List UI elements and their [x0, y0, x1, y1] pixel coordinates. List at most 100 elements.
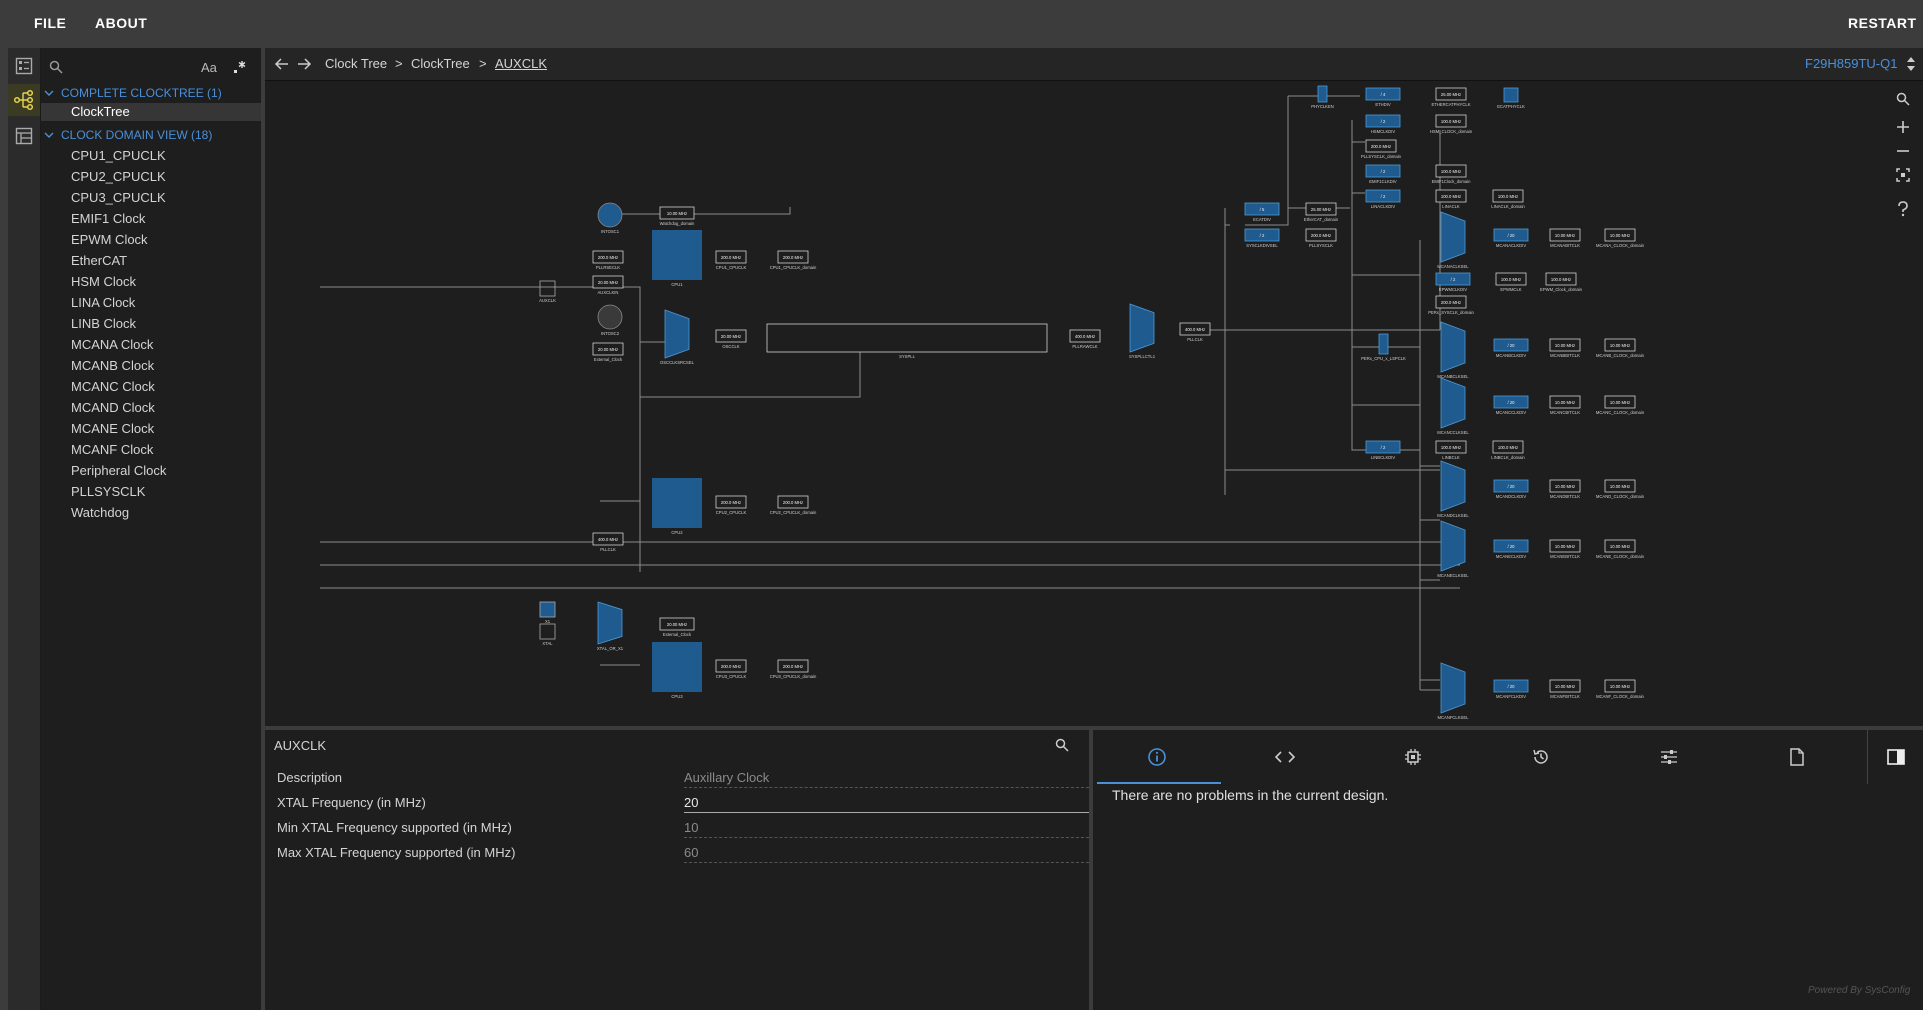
sidebar-item-mcanc-clock[interactable]: MCANC Clock [71, 379, 155, 394]
clock-node[interactable]: 400.0 MHz PLLRAWCLK [1069, 329, 1101, 349]
sidebar-item-ethercat[interactable]: EtherCAT [71, 253, 127, 268]
sidebar-item-mcand-clock[interactable]: MCAND Clock [71, 400, 155, 415]
clock-node[interactable]: 100.0 MHz LINBCLK [1435, 440, 1467, 460]
clock-node[interactable]: 10.00 MHz Watchdog_domain [659, 206, 695, 226]
clock-node[interactable]: 10.00 MHz MCANE_CLOCK_domain [1596, 539, 1645, 559]
clock-node[interactable]: PHYCLKEN [1311, 85, 1334, 109]
clock-node[interactable]: 200.0 MHz CPU3_CPUCLK_domain [770, 659, 817, 679]
clock-node[interactable]: AUXCLK [539, 280, 556, 303]
tab-settings[interactable] [1605, 730, 1733, 784]
clock-node[interactable]: MCANBCLKSEL [1437, 321, 1469, 379]
clock-node[interactable]: / 2 HSMCLKDIV [1365, 114, 1401, 134]
clock-node[interactable]: 10.00 MHz MCANEBITCLK [1549, 539, 1581, 559]
clock-node[interactable]: INTOSC1 [597, 202, 623, 234]
sidebar-item-mcanb-clock[interactable]: MCANB Clock [71, 358, 154, 373]
forward-arrow-icon[interactable] [297, 57, 312, 71]
sidebar-item-epwm-clock[interactable]: EPWM Clock [71, 232, 148, 247]
breadcrumb-item-clocktree[interactable]: ClockTree [411, 56, 470, 71]
clock-node[interactable]: / 2 EPWMCLKDIV [1435, 272, 1471, 292]
clock-tree-view-button[interactable] [8, 84, 40, 116]
clock-node[interactable]: XTAL_OR_X1 [597, 601, 624, 651]
clock-node[interactable]: 100.0 MHz EPWM_Clock_domain [1540, 272, 1583, 292]
clock-node[interactable]: 10.00 MHz MCAND_CLOCK_domain [1596, 479, 1645, 499]
clock-node[interactable]: 100.0 MHz LINBCLK_domain [1491, 440, 1525, 460]
toggle-panel-button[interactable] [1868, 730, 1923, 784]
clock-node[interactable]: 200.0 MHz CPU1_CPUCLK [715, 250, 747, 270]
clock-node[interactable]: 100.0 MHz EPWMCLK [1495, 272, 1527, 292]
tab-history[interactable] [1477, 730, 1605, 784]
clock-node[interactable]: ECATPHYCLK [1497, 87, 1525, 109]
clock-node[interactable]: X1 [539, 601, 556, 624]
group-clock-domain-view[interactable]: CLOCK DOMAIN VIEW (18) [61, 128, 212, 142]
clock-node[interactable]: 10.00 MHz MCANBBITCLK [1549, 338, 1581, 358]
sidebar-item-watchdog[interactable]: Watchdog [71, 505, 129, 520]
clock-node[interactable]: 10.00 MHz MCANA_CLOCK_domain [1596, 228, 1645, 248]
clock-node[interactable]: 200.0 MHz CPU2_CPUCLK_domain [770, 495, 817, 515]
clock-node[interactable]: 200.0 MHz PERx_SYSCLK_domain [1428, 295, 1474, 315]
sidebar-item-mcane-clock[interactable]: MCANE Clock [71, 421, 154, 436]
clock-node[interactable]: / 2 LINBCLKDIV [1365, 440, 1401, 460]
restart-button[interactable]: RESTART [1848, 15, 1917, 31]
clock-node[interactable]: XTAL [539, 623, 556, 646]
clock-node[interactable]: 10.00 MHz MCANF_CLOCK_domain [1596, 679, 1645, 699]
match-case-toggle[interactable]: Aa [201, 60, 217, 75]
clock-node[interactable]: / 2 LINACLKDIV [1365, 189, 1401, 209]
sidebar-item-linb-clock[interactable]: LINB Clock [71, 316, 136, 331]
find-button[interactable] [1891, 87, 1915, 111]
sidebar-item-cpu2-cpuclk[interactable]: CPU2_CPUCLK [71, 169, 166, 184]
sidebar-item-lina-clock[interactable]: LINA Clock [71, 295, 135, 310]
tab-problems[interactable] [1093, 730, 1221, 784]
clock-node[interactable]: / 4 ETHDIV [1365, 87, 1401, 107]
clock-node[interactable]: 10.00 MHz MCANCBITCLK [1549, 395, 1581, 415]
sidebar-item-clocktree[interactable]: ClockTree [41, 103, 261, 121]
help-button[interactable] [1891, 197, 1915, 221]
tab-files[interactable] [1733, 730, 1861, 784]
clock-node[interactable]: 25.00 MHz ETHERCATPHYCLK [1431, 87, 1471, 107]
clock-node[interactable]: MCANECLKSEL [1437, 520, 1469, 578]
xtal-frequency-input[interactable]: 20 [684, 795, 1089, 813]
regex-icon[interactable] [233, 60, 247, 74]
clock-node[interactable]: CPU3 [652, 642, 702, 699]
clock-node[interactable]: 10.00 MHz MCANDBITCLK [1549, 479, 1581, 499]
clock-node[interactable]: 400.0 MHz PLLCLK [592, 532, 624, 552]
file-menu[interactable]: FILE [34, 15, 66, 31]
sidebar-item-peripheral-clock[interactable]: Peripheral Clock [71, 463, 166, 478]
clock-node[interactable]: 10.00 MHz MCANFBITCLK [1549, 679, 1581, 699]
zoom-out-button[interactable] [1891, 139, 1915, 163]
clock-node[interactable]: / 5 ECATDIV [1244, 202, 1280, 222]
clock-tree-canvas[interactable]: INTOSC1 10.00 MHz Watchdog_domain CPU1 200.0… [265, 81, 1923, 726]
sidebar-item-emif1-clock[interactable]: EMIF1 Clock [71, 211, 145, 226]
clock-node[interactable]: MCANDCLKSEL [1437, 460, 1469, 518]
clock-node[interactable]: 10.00 MHz MCANABITCLK [1549, 228, 1581, 248]
about-menu[interactable]: ABOUT [95, 15, 147, 31]
clock-node[interactable]: / 20 MCANECLKDIV [1493, 539, 1529, 559]
clock-node[interactable]: 20.00 MHz External_Clock [659, 617, 695, 637]
clock-node[interactable]: INTOSC2 [597, 304, 623, 336]
sidebar-item-pllsysclk[interactable]: PLLSYSCLK [71, 484, 145, 499]
fit-to-screen-button[interactable] [1891, 163, 1915, 187]
search-icon[interactable] [49, 60, 63, 74]
clock-node[interactable]: CPU1 [652, 230, 702, 287]
clock-node[interactable]: / 20 MCANACLKDIV [1493, 228, 1529, 248]
clock-node[interactable]: MCANACLKSEL [1437, 211, 1469, 269]
clock-node[interactable]: CPU2 [652, 478, 702, 535]
clock-node[interactable]: 200.0 MHz PLLSYSCLK [1305, 228, 1337, 248]
clock-node[interactable]: / 20 MCANFCLKDIV [1493, 679, 1529, 699]
clock-node[interactable]: / 2 SYSCLKDIVSEL [1244, 228, 1280, 248]
clock-node[interactable]: OSCCLKSRCSEL [660, 309, 695, 365]
clock-node[interactable]: 20.00 MHz AUXCLKIN [592, 275, 624, 295]
clock-node[interactable]: 200.0 MHz CPU1_CPUCLK_domain [770, 250, 817, 270]
breadcrumb-item-auxclk[interactable]: AUXCLK [495, 56, 547, 71]
clock-node[interactable]: 400.0 MHz PLLCLK [1179, 322, 1211, 342]
clock-node[interactable]: 200.0 MHz PLLSYSCLK_domain [1361, 139, 1402, 159]
clock-node[interactable]: 10.00 MHz MCANC_CLOCK_domain [1596, 395, 1645, 415]
clock-node[interactable]: 20.00 MHz External_Clock [592, 342, 624, 362]
breadcrumb-item-clock-tree[interactable]: Clock Tree [325, 56, 387, 71]
clock-node[interactable]: 200.0 MHz CPU2_CPUCLK [715, 495, 747, 515]
chevron-down-icon[interactable] [44, 130, 54, 140]
clock-node[interactable]: 10.00 MHz MCANB_CLOCK_domain [1596, 338, 1645, 358]
sidebar-item-mcana-clock[interactable]: MCANA Clock [71, 337, 153, 352]
software-view-button[interactable] [8, 50, 40, 82]
clock-node[interactable]: 200.0 MHz PLLRSECLK [592, 250, 624, 270]
sidebar-item-cpu1-cpuclk[interactable]: CPU1_CPUCLK [71, 148, 166, 163]
